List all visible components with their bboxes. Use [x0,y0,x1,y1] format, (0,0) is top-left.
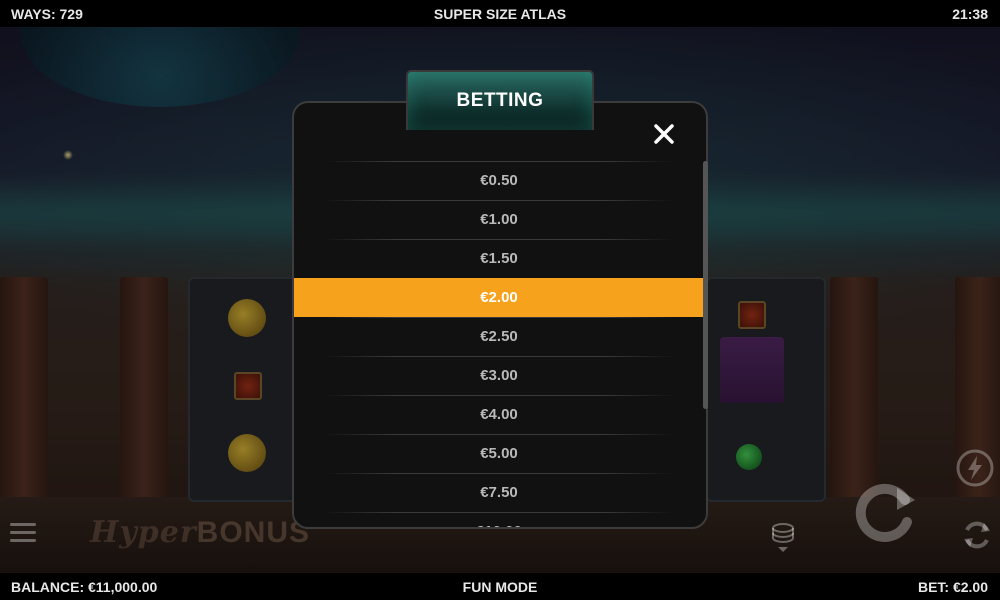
bet-option[interactable]: €3.00 [294,356,704,395]
betting-header: BETTING [406,70,594,130]
coins-icon[interactable] [768,520,798,554]
clock: 21:38 [952,6,988,22]
bet-option-selected[interactable]: €2.00 [294,278,704,317]
bet-option[interactable]: €0.50 [294,161,704,200]
bet-option[interactable]: €2.50 [294,317,704,356]
bet-options-list: €0.50 €1.00 €1.50 €2.00 €2.50 €3.00 €4.0… [294,161,704,527]
bet-option[interactable]: €1.50 [294,239,704,278]
bet-option[interactable]: €4.00 [294,395,704,434]
bet-option[interactable]: €5.00 [294,434,704,473]
turbo-icon[interactable] [955,448,995,488]
bottom-bar: BALANCE: €11,000.00 FUN MODE BET: €2.00 [0,573,1000,600]
spin-icon[interactable] [845,470,925,550]
close-icon [654,124,674,144]
scrollbar[interactable] [703,161,708,409]
bet-label: BET: €2.00 [917,579,988,595]
bet-option[interactable]: €7.50 [294,473,704,512]
autoplay-icon[interactable] [960,518,994,552]
betting-modal: €0.50 €1.00 €1.50 €2.00 €2.50 €3.00 €4.0… [292,101,708,529]
bet-option[interactable]: €10.00 [294,512,704,527]
top-bar: WAYS: 729 SUPER SIZE ATLAS 21:38 [0,0,1000,27]
mode-label: FUN MODE [462,579,538,595]
game-title: SUPER SIZE ATLAS [433,6,567,22]
menu-icon[interactable] [10,523,36,543]
betting-title: BETTING [456,90,544,111]
close-button[interactable] [651,121,677,147]
bet-option[interactable]: €1.00 [294,200,704,239]
